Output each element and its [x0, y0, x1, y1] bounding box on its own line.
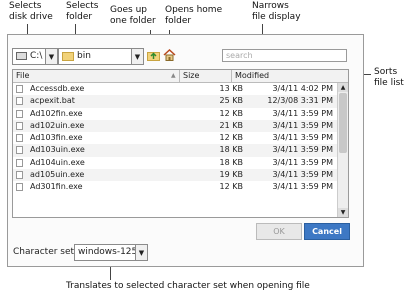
file-name: Ad103uin.exe	[30, 145, 85, 155]
callout-charset: Translates to selected character set whe…	[66, 281, 310, 291]
callout-home: Opens home folder	[165, 5, 223, 26]
file-row[interactable]: Ad103uin.exe 18 KB 3/4/11 3:59 PM	[13, 144, 337, 157]
file-icon	[16, 97, 23, 106]
column-file[interactable]: File	[16, 71, 29, 80]
column-divider	[179, 70, 180, 82]
chevron-down-icon[interactable]: ▼	[135, 245, 147, 260]
callout-folder: Selects folder	[66, 1, 99, 22]
file-icon	[16, 158, 23, 167]
file-icon	[16, 121, 23, 130]
file-size: 21 KB	[219, 120, 243, 130]
file-size: 12 KB	[219, 108, 243, 118]
file-row[interactable]: Ad104uin.exe 18 KB 3/4/11 3:59 PM	[13, 157, 337, 169]
file-modified: 3/4/11 4:02 PM	[272, 84, 333, 93]
search-input[interactable]: search	[222, 49, 347, 62]
callout-drive: Selects disk drive	[9, 1, 53, 22]
file-name: Ad102fin.exe	[30, 108, 83, 118]
file-modified: 3/4/11 3:59 PM	[272, 182, 333, 192]
file-icon	[16, 109, 23, 118]
file-name: Ad104uin.exe	[30, 157, 85, 167]
file-modified: 3/4/11 3:59 PM	[272, 170, 333, 180]
charset-select[interactable]: windows-1252 ▼	[74, 244, 148, 261]
file-modified: 12/3/08 3:31 PM	[267, 96, 333, 106]
scroll-thumb[interactable]	[339, 93, 347, 153]
file-name: ad105uin.exe	[30, 170, 85, 180]
file-list[interactable]: File ▲ Size Modified Accessdb.exe 13 KB 3/…	[12, 69, 349, 218]
file-icon	[16, 134, 23, 143]
file-modified: 3/4/11 3:59 PM	[272, 133, 333, 143]
chevron-down-icon[interactable]: ▼	[45, 49, 57, 64]
file-row[interactable]: ad102uin.exe 21 KB 3/4/11 3:59 PM	[13, 119, 337, 133]
drive-icon	[16, 52, 27, 60]
file-name: acpexit.bat	[30, 96, 75, 106]
file-name: Ad301fin.exe	[30, 182, 83, 192]
callout-narrow: Narrows file display	[252, 1, 301, 22]
cancel-button[interactable]: Cancel	[304, 223, 350, 240]
column-size[interactable]: Size	[183, 71, 199, 80]
file-modified: 3/4/11 3:59 PM	[272, 108, 333, 118]
file-size: 25 KB	[219, 96, 243, 106]
file-size: 18 KB	[219, 157, 243, 167]
vertical-scrollbar[interactable]: ▲ ▼	[337, 83, 348, 217]
file-row[interactable]: acpexit.bat 25 KB 12/3/08 3:31 PM	[13, 95, 337, 108]
file-name: ad102uin.exe	[30, 120, 85, 130]
file-size: 19 KB	[219, 170, 243, 180]
scroll-up-icon[interactable]: ▲	[338, 83, 348, 92]
file-size: 12 KB	[219, 133, 243, 143]
file-list-header[interactable]: File ▲ Size Modified	[13, 70, 348, 83]
file-row[interactable]: ad105uin.exe 19 KB 3/4/11 3:59 PM	[13, 169, 337, 182]
file-row[interactable]: Ad102fin.exe 12 KB 3/4/11 3:59 PM	[13, 108, 337, 120]
chevron-down-icon[interactable]: ▼	[131, 49, 143, 64]
file-rows: Accessdb.exe 13 KB 3/4/11 4:02 PM acpexit.b…	[13, 83, 337, 194]
callout-up: Goes up one folder	[110, 5, 156, 26]
ok-button[interactable]: OK	[256, 223, 302, 240]
file-icon	[16, 183, 23, 192]
scroll-down-icon[interactable]: ▼	[338, 208, 348, 217]
file-row[interactable]: Ad301fin.exe 12 KB 3/4/11 3:59 PM	[13, 181, 337, 193]
folder-up-icon[interactable]	[147, 49, 160, 61]
file-size: 18 KB	[219, 145, 243, 155]
file-row[interactable]: Accessdb.exe 13 KB 3/4/11 4:02 PM	[13, 83, 337, 95]
folder-select[interactable]: bin ▼	[58, 48, 144, 65]
file-modified: 3/4/11 3:59 PM	[272, 157, 333, 167]
file-name: Ad103fin.exe	[30, 133, 83, 143]
charset-label: Character set:	[13, 247, 78, 257]
file-modified: 3/4/11 3:59 PM	[272, 120, 333, 130]
folder-icon	[62, 51, 74, 61]
callout-sort: Sorts file list	[374, 67, 404, 88]
drive-select[interactable]: C:\ ▼	[12, 48, 58, 65]
file-modified: 3/4/11 3:59 PM	[272, 145, 333, 155]
file-size: 13 KB	[219, 84, 243, 93]
column-divider	[231, 70, 232, 82]
file-row[interactable]: Ad103fin.exe 12 KB 3/4/11 3:59 PM	[13, 132, 337, 144]
file-icon	[16, 85, 23, 93]
sort-indicator-icon: ▲	[171, 72, 176, 79]
column-modified[interactable]: Modified	[235, 71, 269, 80]
file-name: Accessdb.exe	[30, 84, 85, 93]
file-icon	[16, 171, 23, 180]
file-size: 12 KB	[219, 182, 243, 192]
home-icon[interactable]	[163, 49, 176, 61]
file-icon	[16, 146, 23, 155]
